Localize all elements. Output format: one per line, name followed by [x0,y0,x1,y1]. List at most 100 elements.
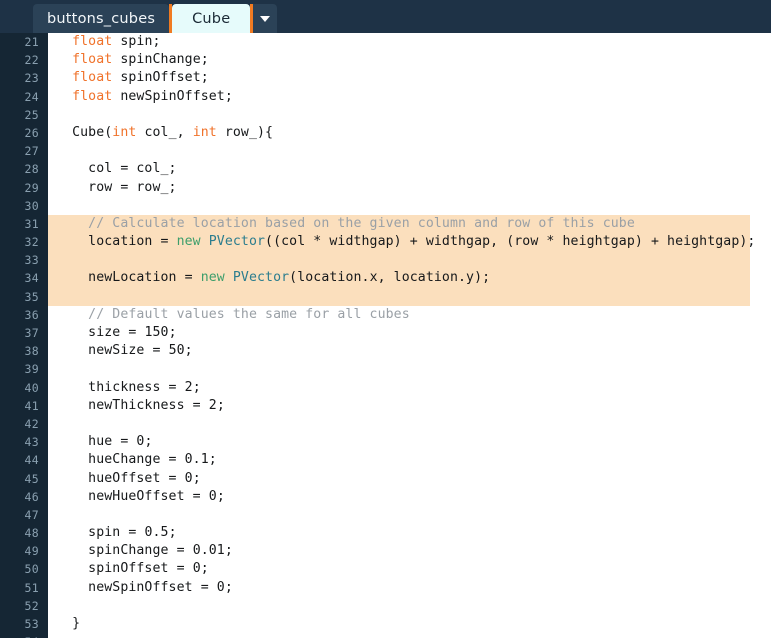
code-line[interactable]: // Default values the same for all cubes [48,306,771,324]
code-token: newSpinOffset = [56,579,217,595]
code-line[interactable]: Cube(int col_, int row_){ [48,124,771,142]
code-token: thickness = [56,379,185,395]
code-line[interactable] [48,142,771,160]
code-line[interactable]: float spinChange; [48,51,771,69]
code-token: 0 [208,488,217,504]
line-number: 24 [24,89,39,104]
code-token: 50 [168,343,185,359]
code-token: spin = [56,525,145,541]
code-token: spinChange; [112,52,209,68]
code-line[interactable]: float spin; [48,33,771,51]
code-token: Cube( [56,124,113,140]
code-content[interactable]: float spin; float spinChange; float spin… [48,33,771,638]
code-token: newSize = [56,343,169,359]
code-token: size = [56,325,145,340]
tab-menu-button[interactable] [253,4,278,33]
code-token: } [56,616,81,631]
code-line[interactable]: newSpinOffset = 0; [48,579,771,597]
line-number: 22 [24,53,39,68]
tab-label: buttons_cubes [47,10,156,27]
code-token: float [72,34,113,49]
code-editor[interactable]: 21 22 23 24 25 26 27 28 29 30 31 32 33 34 35 36 37 38 39 40… [0,33,771,638]
code-token: // Default values the same for all cubes [88,306,410,322]
line-number: 26 [24,125,39,140]
code-token: row_){ [216,124,274,140]
code-line[interactable] [48,597,771,615]
code-token: new [176,234,201,250]
code-line[interactable] [48,360,771,378]
line-number: 36 [24,307,39,322]
line-number: 49 [24,544,39,559]
code-line[interactable]: float newSpinOffset; [48,88,771,106]
code-line[interactable] [48,633,771,638]
code-token: new [200,270,225,286]
code-line[interactable] [48,287,750,306]
code-token: newHueOffset = [56,488,209,504]
code-line[interactable] [48,197,771,215]
code-token: spin; [112,34,161,49]
code-token: float [72,70,113,86]
line-number: 39 [24,362,39,377]
code-token: hueOffset = [56,470,185,486]
line-number: 35 [24,289,39,304]
code-line[interactable]: size = 150; [48,324,771,342]
code-token: 150 [144,325,169,340]
code-token: location = [56,234,177,250]
code-line[interactable]: hueOffset = 0; [48,470,771,488]
code-line[interactable]: thickness = 2; [48,379,771,397]
code-line[interactable]: newSize = 50; [48,342,771,360]
code-token: ; [224,579,233,595]
code-token: newSpinOffset; [112,88,233,104]
code-line[interactable]: spinChange = 0.01; [48,542,771,560]
line-number: 52 [24,598,39,613]
tab-buttons-cubes[interactable]: buttons_cubes [33,4,170,33]
code-token: (location.x, location.y); [289,270,491,286]
code-token: 0.1 [184,452,209,468]
line-number: 53 [24,617,39,631]
code-line[interactable]: hueChange = 0.1; [48,451,771,469]
code-line[interactable]: row = row_; [48,179,771,197]
code-token: int [192,124,217,140]
code-line[interactable] [48,106,771,124]
code-line[interactable]: // Calculate location based on the given… [48,214,750,234]
code-token: 0 [216,579,225,595]
code-line[interactable]: newLocation = new PVector(location.x, lo… [48,269,750,288]
code-token: ; [208,452,217,468]
code-token: ; [192,379,201,395]
code-line[interactable]: float spinOffset; [48,69,771,87]
code-token: newLocation = [56,270,201,286]
code-token: 0.01 [192,543,225,559]
code-token: ((col * widthgap) + widthgap, (row * hei… [265,234,756,250]
line-number: 45 [24,471,39,486]
code-line[interactable] [48,251,750,270]
code-line[interactable]: newThickness = 2; [48,397,771,415]
line-number: 32 [24,235,39,250]
code-line[interactable]: spin = 0.5; [48,524,771,542]
code-line[interactable]: newHueOffset = 0; [48,488,771,506]
line-number: 43 [24,435,39,450]
tab-bar: buttons_cubes Cube [0,0,771,33]
code-line[interactable] [48,415,771,433]
code-token: int [112,124,137,140]
code-line[interactable]: location = new PVector((col * widthgap) … [48,233,755,252]
code-token: ; [168,325,177,340]
code-token: float [72,88,113,104]
line-number: 34 [24,271,39,286]
code-token: hueChange = [56,452,185,468]
code-token: ; [216,488,225,504]
code-line[interactable]: spinOffset = 0; [48,560,771,578]
code-token: hue = [56,434,137,450]
line-number: 47 [24,507,39,522]
code-line[interactable]: } [48,615,771,633]
code-line[interactable]: hue = 0; [48,433,771,451]
code-token: ; [216,397,225,413]
code-line[interactable]: col = col_; [48,160,771,178]
tab-cube[interactable]: Cube [172,4,251,33]
code-token: ; [168,525,177,541]
code-token: col_, [136,124,193,140]
code-line[interactable] [48,506,771,524]
